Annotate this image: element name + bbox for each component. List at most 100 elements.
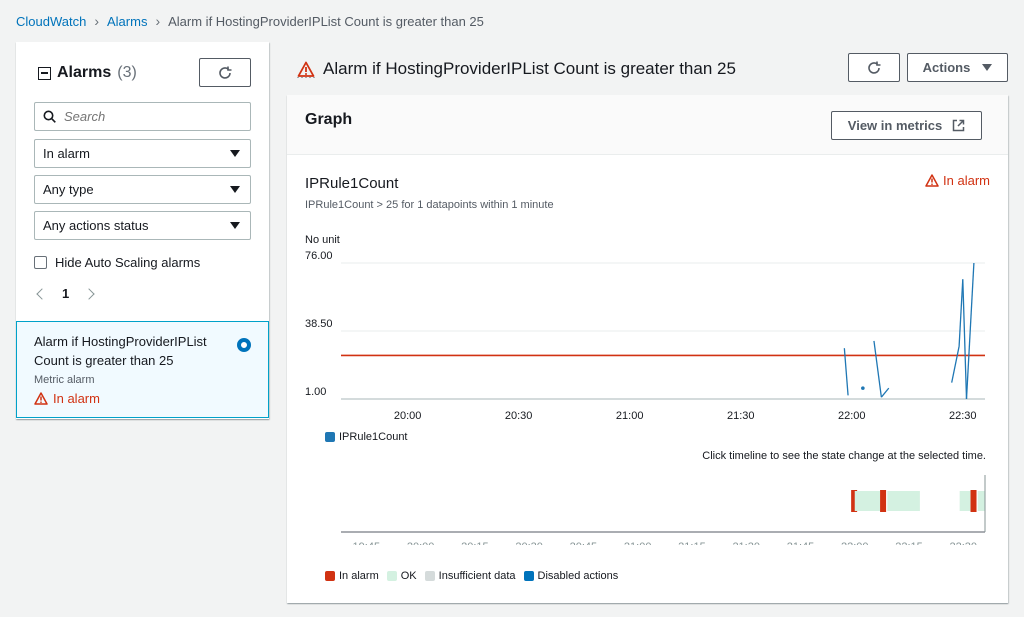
x-tick-label: 20:00	[394, 410, 422, 422]
state-filter-value: In alarm	[43, 146, 90, 161]
graph-header: Graph View in metrics	[287, 95, 1008, 155]
refresh-icon	[868, 61, 881, 74]
legend-disabled-label: Disabled actions	[537, 570, 619, 582]
timeline-hint: Click timeline to see the state change a…	[702, 450, 986, 462]
caret-down-icon	[230, 150, 240, 157]
timeline-tick-label: 22:30	[950, 541, 978, 545]
timeline-tick-label: 19:45	[353, 541, 381, 545]
timeline-tick-label: 20:45	[570, 541, 598, 545]
warning-icon	[34, 392, 48, 405]
legend-insufficient-label: Insufficient data	[438, 570, 516, 582]
x-tick-label: 21:00	[616, 410, 644, 422]
timeline-tick-label: 22:00	[841, 541, 869, 545]
metric-description: IPRule1Count > 25 for 1 datapoints withi…	[305, 199, 554, 211]
timeline-tick-label: 21:45	[787, 541, 815, 545]
search-box[interactable]	[34, 102, 251, 131]
page-title: Alarm if HostingProviderIPList Count is …	[297, 59, 736, 79]
graph-panel: Graph View in metrics IPRule1Count IPRul…	[287, 95, 1008, 603]
refresh-button[interactable]	[848, 53, 900, 82]
series-segment	[873, 340, 883, 398]
legend-series-name: IPRule1Count	[339, 431, 408, 443]
chart-legend[interactable]: IPRule1Count	[325, 431, 408, 443]
state-filter-select[interactable]: In alarm	[34, 139, 251, 168]
timeline-tick-label: 21:30	[732, 541, 760, 545]
disabled-swatch	[523, 571, 534, 581]
timeline-segment	[854, 491, 881, 511]
y-tick-label: 1.00	[305, 386, 326, 398]
timeline-segment	[880, 490, 887, 512]
type-filter-value: Any type	[43, 182, 94, 197]
breadcrumb-current: Alarm if HostingProviderIPList Count is …	[168, 13, 484, 29]
caret-down-icon	[982, 64, 993, 71]
timeline-segment	[887, 491, 920, 511]
series-segment	[951, 346, 960, 383]
warning-icon	[925, 174, 939, 187]
caret-down-icon	[230, 222, 240, 229]
legend-insufficient: Insufficient data	[424, 570, 516, 582]
legend-disabled: Disabled actions	[523, 570, 619, 582]
y-tick-label: 38.50	[305, 318, 333, 330]
refresh-icon	[219, 66, 232, 79]
legend-ok: OK	[386, 570, 417, 582]
timeline-legend: In alarm OK Insufficient data Disabled a…	[325, 570, 622, 582]
alarm-selected-radio[interactable]	[237, 338, 251, 352]
breadcrumb-cloudwatch[interactable]: CloudWatch	[16, 14, 86, 29]
timeline-tick-label: 20:15	[461, 541, 489, 545]
search-input[interactable]	[64, 109, 234, 124]
in-alarm-swatch	[325, 571, 335, 581]
search-icon	[43, 110, 56, 123]
chevron-left-icon[interactable]	[36, 287, 48, 300]
type-filter-select[interactable]: Any type	[34, 175, 251, 204]
actions-button[interactable]: Actions	[907, 53, 1008, 82]
view-in-metrics-label: View in metrics	[847, 118, 943, 133]
timeline-segment	[959, 491, 971, 511]
alarms-list-panel: Alarms (3) In alarm Any type Any actions…	[16, 42, 269, 419]
page-title-text: Alarm if HostingProviderIPList Count is …	[323, 59, 736, 78]
x-tick-label: 20:30	[505, 410, 533, 422]
hide-autoscaling-row[interactable]: Hide Auto Scaling alarms	[34, 255, 200, 270]
legend-in-alarm-label: In alarm	[339, 570, 379, 582]
actions-filter-select[interactable]: Any actions status	[34, 211, 251, 240]
series-segment	[962, 279, 968, 400]
alarm-list-item[interactable]: Alarm if HostingProviderIPList Count is …	[16, 321, 269, 418]
timeline-tick-label: 22:15	[895, 541, 923, 545]
timeline-tick-label: 21:15	[678, 541, 706, 545]
y-tick-label: 76.00	[305, 250, 333, 262]
refresh-list-button[interactable]	[199, 58, 251, 87]
hide-autoscaling-checkbox[interactable]	[34, 256, 47, 269]
legend-in-alarm: In alarm	[325, 570, 379, 582]
alarms-title-text: Alarms	[57, 64, 112, 81]
collapse-icon[interactable]	[38, 66, 51, 80]
page-number[interactable]: 1	[62, 286, 69, 301]
x-tick-label: 22:00	[838, 410, 866, 422]
timeline-tick-label: 21:00	[624, 541, 652, 545]
timeline-segment	[977, 491, 985, 511]
chevron-right-icon[interactable]	[83, 287, 95, 300]
alarm-item-name: Alarm if HostingProviderIPList Count is …	[34, 334, 207, 368]
legend-ok-label: OK	[400, 570, 417, 582]
graph-heading: Graph	[305, 111, 353, 128]
x-tick-label: 22:30	[949, 410, 977, 422]
alarms-panel-title: Alarms (3)	[38, 64, 137, 82]
x-tick-label: 21:30	[727, 410, 755, 422]
metric-title: IPRule1Count	[305, 175, 399, 192]
alarms-count: (3)	[117, 64, 137, 81]
breadcrumb: CloudWatch › Alarms › Alarm if HostingPr…	[16, 13, 484, 29]
alarm-item-type: Metric alarm	[34, 374, 95, 386]
warning-icon	[297, 61, 315, 78]
caret-down-icon	[230, 186, 240, 193]
actions-filter-value: Any actions status	[43, 218, 149, 233]
graph-state: In alarm	[925, 173, 990, 188]
breadcrumb-alarms[interactable]: Alarms	[107, 14, 147, 29]
alarm-item-state: In alarm	[34, 391, 251, 406]
data-point	[861, 386, 865, 390]
chevron-right-icon: ›	[155, 13, 161, 29]
alarm-item-state-text: In alarm	[53, 391, 100, 406]
series-swatch	[325, 432, 335, 442]
ok-swatch	[386, 571, 397, 581]
view-in-metrics-button[interactable]: View in metrics	[831, 111, 982, 140]
series-segment	[958, 279, 964, 347]
timeline-tick-label: 20:00	[407, 541, 435, 545]
metric-chart[interactable]: 76.00 38.50 1.00 20:00 20:30 21:00 21:30 22:00…	[287, 245, 1008, 545]
timeline-segment	[970, 490, 977, 512]
